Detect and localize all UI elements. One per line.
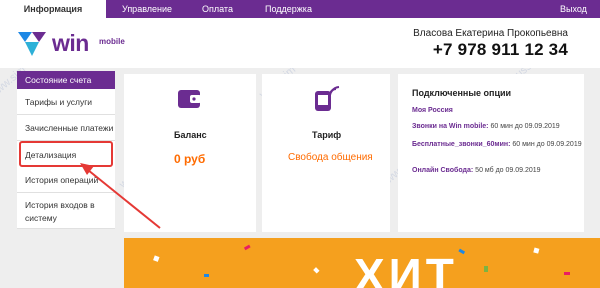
annotation-arrow bbox=[80, 163, 161, 229]
